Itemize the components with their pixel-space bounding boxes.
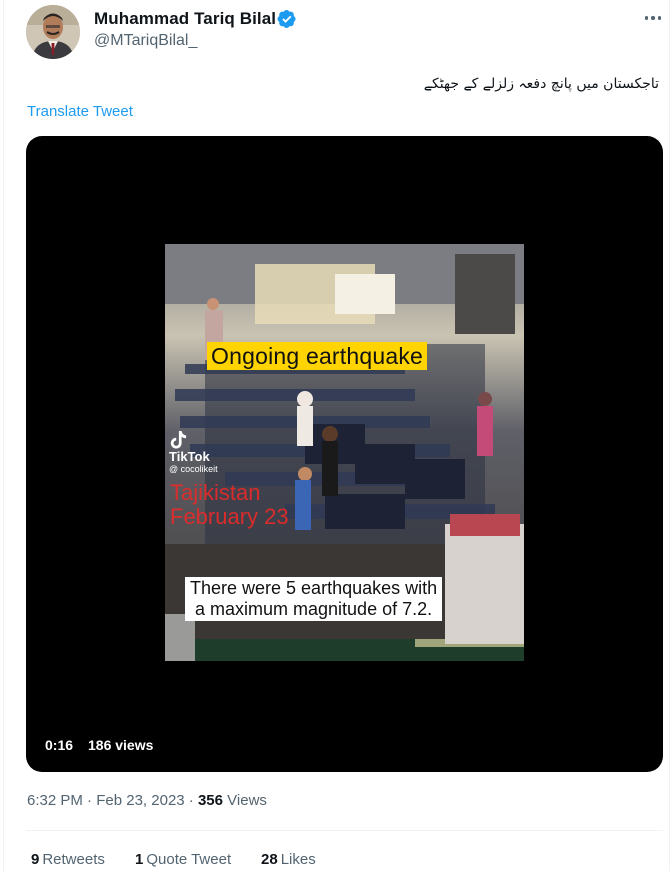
tweet-container: Muhammad Tariq Bilal @MTariqBilal_ تاجکس… [3,0,670,871]
caption-bottom-line2: a maximum magnitude of 7.2. [195,599,433,619]
tiktok-logo-icon [170,431,187,449]
caption-bottom-line1: There were 5 earthquakes with [190,578,438,598]
quote-tweets-stat[interactable]: 1 Quote Tweet [135,851,231,868]
video-frame: Ongoing earthquake TikTok @ cocolikeit T… [165,244,524,661]
author-handle[interactable]: @MTariqBilal_ [94,32,197,50]
translate-tweet-link[interactable]: Translate Tweet [27,103,133,120]
views-count: 356 [197,792,223,809]
avatar-photo [26,5,80,59]
more-options-icon[interactable] [641,8,665,28]
overlay-country: Tajikistan [170,480,261,505]
views-label: Views [227,792,267,809]
likes-label: Likes [280,851,316,868]
divider [26,830,663,831]
video-views: 186 views [88,737,154,753]
caption-bottom: There were 5 earthquakes with a maximum … [185,577,443,621]
likes-count: 28 [261,851,278,868]
overlay-date: February 23 [170,504,289,529]
retweets-count: 9 [31,851,40,868]
tiktok-user: @ cocolikeit [169,464,218,474]
video-player[interactable]: Ongoing earthquake TikTok @ cocolikeit T… [26,136,663,772]
retweets-stat[interactable]: 9 Retweets [31,851,105,868]
quotes-label: Quote Tweet [146,851,232,868]
video-duration: 0:16 [45,737,74,753]
retweets-label: Retweets [42,851,105,868]
tweet-time[interactable]: 6:32 PM [27,792,83,809]
overlay-location: Tajikistan February 23 [170,481,289,529]
verified-badge-icon [277,10,296,28]
tweet-text: تاجکستان میں پانچ دفعہ زلزلے کے جھٹکے [423,76,659,92]
tweet-date[interactable]: Feb 23, 2023 [96,792,184,809]
author-name[interactable]: Muhammad Tariq Bilal [94,9,276,29]
avatar[interactable] [26,5,80,59]
tiktok-brand: TikTok [169,449,210,464]
caption-top: Ongoing earthquake [207,342,428,370]
tweet-meta: 6:32 PM · Feb 23, 2023 · 356 Views [27,792,267,809]
quotes-count: 1 [135,851,144,868]
likes-stat[interactable]: 28 Likes [261,851,316,868]
tiktok-watermark: TikTok @ cocolikeit [169,430,218,474]
